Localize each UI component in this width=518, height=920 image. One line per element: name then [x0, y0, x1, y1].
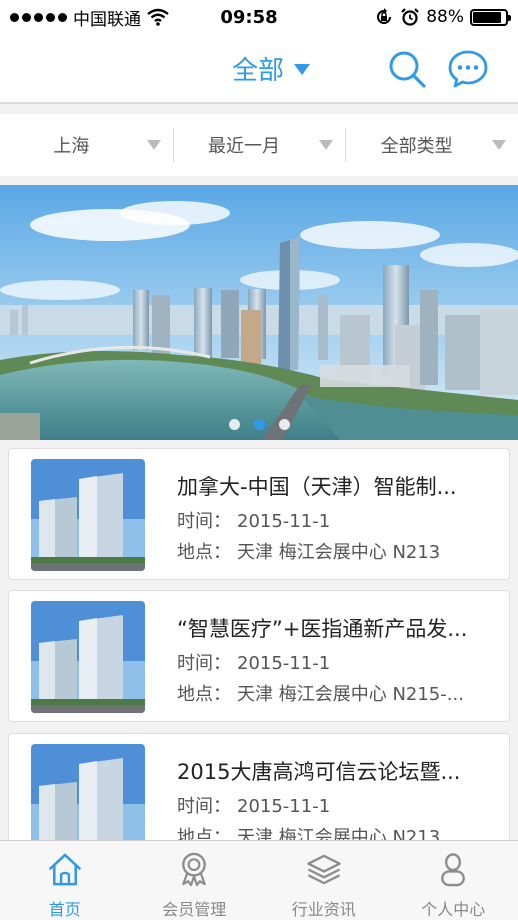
person-icon	[441, 853, 466, 887]
event-thumbnail	[31, 601, 145, 713]
wifi-icon	[147, 8, 169, 26]
dropdown-arrow-icon	[146, 140, 161, 150]
caret-down-icon	[294, 64, 311, 75]
tab-industry-news[interactable]: 行业资讯	[259, 841, 389, 920]
event-place: 地点： 天津 梅江会展中心 N215-...	[177, 680, 487, 706]
filter-city[interactable]: 上海	[0, 114, 173, 176]
event-time: 时间： 2015-11-1	[177, 792, 487, 818]
carrier-label: 中国联通	[73, 9, 141, 30]
filter-bar: 上海 最近一月 全部类型	[0, 114, 518, 176]
event-title: 2015大唐高鸿可信云论坛暨...	[177, 760, 461, 784]
layers-icon	[307, 854, 341, 885]
filter-city-label: 上海	[53, 136, 90, 157]
tab-home-label: 首页	[48, 900, 81, 919]
status-time: 09:58	[220, 6, 278, 28]
time-label: 时间：	[177, 511, 231, 532]
place-value: 天津 梅江会展中心 N213	[237, 542, 441, 563]
signal-dots-icon	[10, 12, 67, 22]
tab-home[interactable]: 首页	[0, 841, 130, 920]
event-card[interactable]: “智慧医疗”+医指通新产品发... 时间： 2015-11-1 地点： 天津 梅江会…	[8, 590, 510, 722]
alarm-icon	[401, 8, 419, 26]
carousel-dot[interactable]	[278, 419, 290, 430]
status-left: 中国联通	[10, 5, 200, 30]
carousel-dot[interactable]	[253, 419, 265, 430]
filter-time-label: 最近一月	[208, 136, 280, 157]
time-label: 时间：	[177, 653, 231, 674]
status-bar: 中国联通 09:58 88%	[0, 0, 518, 34]
tab-profile[interactable]: 个人中心	[389, 841, 518, 920]
event-thumbnail	[31, 459, 145, 571]
battery-fill	[473, 11, 502, 23]
event-title: 加拿大-中国（天津）智能制...	[177, 475, 457, 499]
time-value: 2015-11-1	[237, 796, 331, 817]
tab-profile-label: 个人中心	[421, 900, 486, 919]
nav-bar: 全部	[0, 34, 518, 104]
banner-city-image	[0, 185, 518, 440]
time-label: 时间：	[177, 796, 231, 817]
tab-bar: 首页 会员管理 行业资讯 个人中心	[0, 840, 518, 920]
place-label: 地点：	[177, 684, 231, 705]
event-time: 时间： 2015-11-1	[177, 507, 487, 533]
tab-membership-label: 会员管理	[162, 900, 227, 919]
category-selector[interactable]: 全部	[232, 50, 311, 87]
banner-carousel[interactable]	[0, 185, 518, 440]
dropdown-arrow-icon	[319, 140, 334, 150]
badge-icon	[182, 852, 207, 887]
time-value: 2015-11-1	[237, 653, 331, 674]
event-place: 地点： 天津 梅江会展中心 N213	[177, 538, 487, 564]
search-icon[interactable]	[386, 48, 428, 90]
battery-icon	[470, 8, 511, 26]
battery-percent: 88%	[426, 7, 464, 27]
home-icon	[48, 853, 81, 886]
place-value: 天津 梅江会展中心 N215-...	[237, 684, 464, 705]
tab-industry-news-label: 行业资讯	[291, 900, 356, 919]
chat-icon[interactable]	[447, 48, 489, 90]
place-label: 地点：	[177, 542, 231, 563]
carousel-indicators	[0, 419, 518, 430]
event-time: 时间： 2015-11-1	[177, 649, 487, 675]
orientation-lock-icon	[377, 8, 392, 24]
tab-membership[interactable]: 会员管理	[130, 841, 260, 920]
filter-time[interactable]: 最近一月	[172, 114, 346, 176]
event-title: “智慧医疗”+医指通新产品发...	[177, 617, 468, 641]
filter-type-label: 全部类型	[380, 136, 453, 157]
filter-type[interactable]: 全部类型	[345, 114, 518, 176]
dropdown-arrow-icon	[492, 140, 507, 150]
event-card[interactable]: 加拿大-中国（天津）智能制... 时间： 2015-11-1 地点： 天津 梅江会展…	[8, 448, 510, 580]
nav-title: 全部	[232, 56, 285, 86]
status-right: 88%	[318, 7, 511, 27]
carousel-dot[interactable]	[228, 419, 240, 430]
time-value: 2015-11-1	[237, 511, 331, 532]
